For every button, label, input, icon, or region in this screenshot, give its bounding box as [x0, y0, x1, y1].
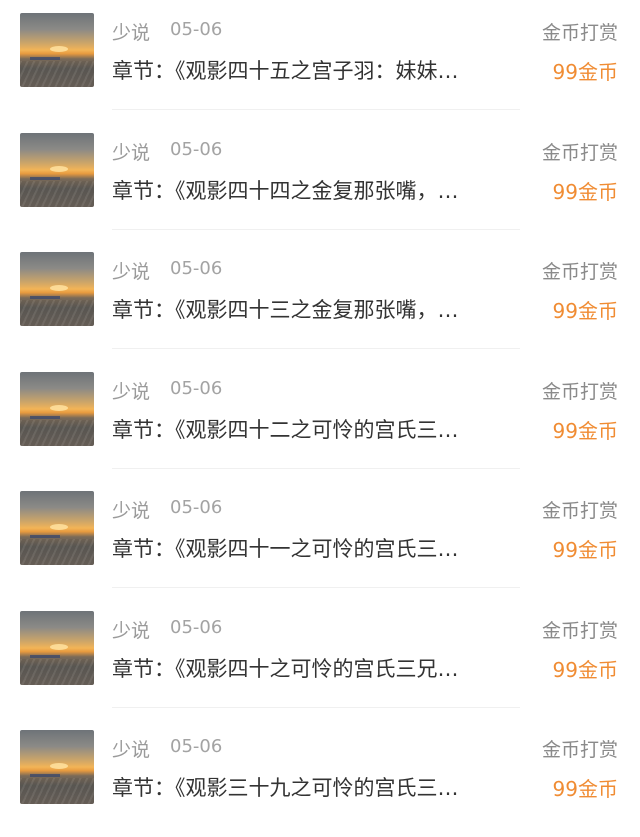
ground-shape	[20, 778, 94, 804]
author-name: 少说	[112, 619, 151, 642]
divider	[112, 109, 520, 110]
record-date: 05-06	[170, 258, 223, 279]
chapter-title: 章节：《观影三十九之可怜的宫氏三…	[112, 776, 459, 800]
record-date: 05-06	[170, 616, 223, 638]
lights-shape	[30, 296, 60, 299]
ground-shape	[20, 419, 94, 446]
divider	[112, 467, 520, 469]
avatar[interactable]	[20, 132, 94, 207]
gift-amount: 99金币	[552, 60, 618, 84]
avatar[interactable]	[20, 491, 94, 565]
divider	[112, 228, 520, 230]
lights-shape	[30, 57, 60, 60]
avatar[interactable]	[20, 371, 94, 446]
sun-shape	[50, 404, 68, 411]
author-name: 少说	[112, 141, 151, 164]
gift-type: 金币打赏	[541, 261, 618, 283]
chapter-title: 章节：《观影四十二之可怜的宫氏三…	[112, 417, 459, 442]
gift-type: 金币打赏	[541, 500, 618, 522]
record-date: 05-06	[170, 497, 223, 518]
lights-shape	[30, 415, 60, 419]
gift-type: 金币打赏	[541, 141, 618, 164]
record-date: 05-06	[170, 377, 223, 399]
author-name: 少说	[112, 380, 151, 403]
lights-shape	[30, 535, 60, 538]
gift-type: 金币打赏	[541, 22, 618, 44]
ground-shape	[20, 300, 94, 326]
gift-amount: 99金币	[552, 657, 618, 682]
lights-shape	[30, 774, 60, 777]
author-name: 少说	[112, 500, 151, 522]
sun-shape	[50, 763, 68, 769]
sun-shape	[50, 524, 68, 530]
list-item[interactable]: 少说 05-06 章节：《观影四十五之宫子羽：妹妹… 金币打赏 99金币	[0, 0, 640, 120]
ground-shape	[20, 61, 94, 87]
sun-shape	[50, 643, 68, 650]
divider	[112, 348, 520, 349]
sun-shape	[50, 285, 68, 291]
ground-shape	[20, 539, 94, 565]
gift-record-list: 少说 05-06 章节：《观影四十五之宫子羽：妹妹… 金币打赏 99金币 少说 …	[0, 0, 640, 837]
lights-shape	[30, 176, 60, 180]
divider	[112, 587, 520, 588]
list-item[interactable]: 少说 05-06 章节：《观影四十一之可怜的宫氏三… 金币打赏 99金币	[0, 478, 640, 598]
chapter-title: 章节：《观影四十一之可怜的宫氏三…	[112, 537, 459, 561]
chapter-title: 章节：《观影四十五之宫子羽：妹妹…	[112, 59, 459, 83]
record-date: 05-06	[170, 138, 223, 160]
avatar[interactable]	[20, 730, 94, 804]
avatar[interactable]	[20, 13, 94, 87]
record-date: 05-06	[170, 19, 223, 40]
chapter-title: 章节：《观影四十四之金复那张嘴，…	[112, 178, 459, 203]
gift-type: 金币打赏	[541, 619, 618, 642]
gift-type: 金币打赏	[541, 380, 618, 403]
author-name: 少说	[112, 739, 151, 761]
sun-shape	[50, 165, 68, 172]
list-item[interactable]: 少说 05-06 章节：《观影四十二之可怜的宫氏三… 金币打赏 99金币	[0, 359, 640, 479]
author-name: 少说	[112, 261, 151, 283]
gift-amount: 99金币	[552, 299, 618, 323]
list-item[interactable]: 少说 05-06 章节：《观影三十九之可怜的宫氏三… 金币打赏 99金币	[0, 717, 640, 837]
divider	[112, 706, 520, 708]
gift-amount: 99金币	[552, 538, 618, 562]
list-item[interactable]: 少说 05-06 章节：《观影四十之可怜的宫氏三兄… 金币打赏 99金币	[0, 598, 640, 718]
list-item[interactable]: 少说 05-06 章节：《观影四十四之金复那张嘴，… 金币打赏 99金币	[0, 120, 640, 240]
gift-amount: 99金币	[552, 179, 618, 204]
list-item[interactable]: 少说 05-06 章节：《观影四十三之金复那张嘴，… 金币打赏 99金币	[0, 239, 640, 359]
ground-shape	[20, 658, 94, 685]
lights-shape	[30, 654, 60, 658]
ground-shape	[20, 180, 94, 207]
sun-shape	[50, 46, 68, 52]
chapter-title: 章节：《观影四十三之金复那张嘴，…	[112, 298, 459, 322]
gift-amount: 99金币	[552, 777, 618, 801]
record-date: 05-06	[170, 736, 223, 757]
gift-amount: 99金币	[552, 418, 618, 443]
avatar[interactable]	[20, 610, 94, 685]
author-name: 少说	[112, 22, 151, 44]
chapter-title: 章节：《观影四十之可怜的宫氏三兄…	[112, 656, 459, 681]
avatar[interactable]	[20, 252, 94, 326]
gift-type: 金币打赏	[541, 739, 618, 761]
